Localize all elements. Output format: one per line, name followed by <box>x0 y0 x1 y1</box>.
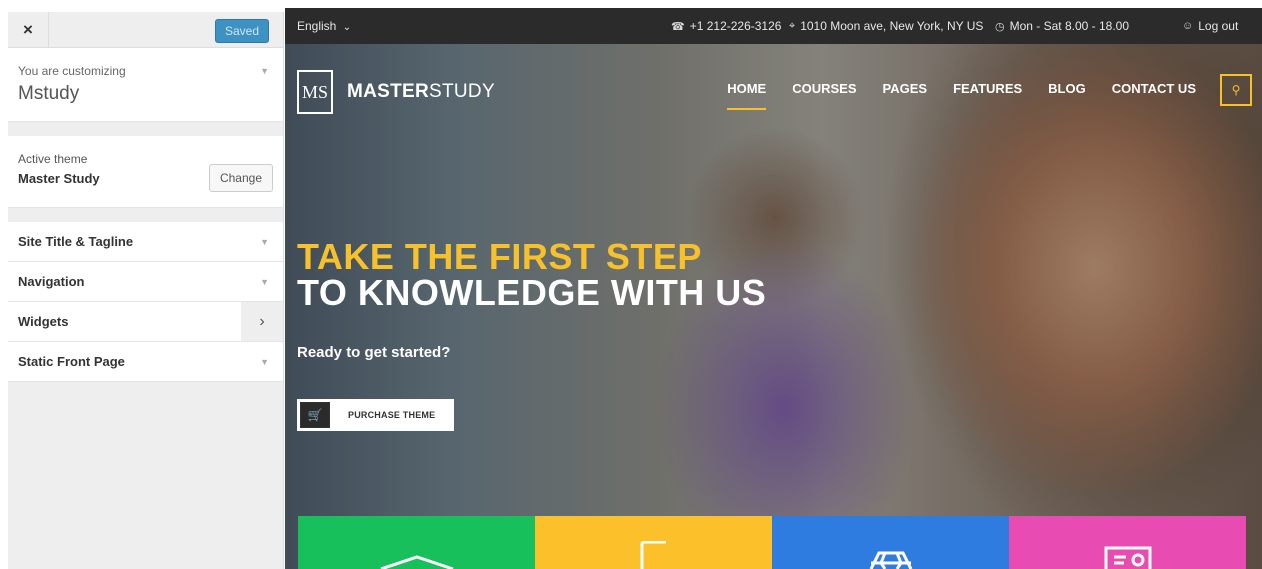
site-preview: English ⌄ ☎ +1 212-226-3126 ⌖ 1010 Moon … <box>285 8 1262 569</box>
caret-down-icon: ▼ <box>260 237 269 247</box>
divider <box>8 208 283 222</box>
user-icon: ☺ <box>1182 20 1194 32</box>
chevron-down-icon: ⌄ <box>342 22 352 33</box>
nav-courses[interactable]: COURSES <box>792 81 856 96</box>
search-button[interactable]: ⚲ <box>1220 74 1252 106</box>
address-text: 1010 Moon ave, New York, NY US <box>800 19 984 33</box>
graduation-cap-icon <box>380 555 453 569</box>
main-nav: HOME COURSES PAGES FEATURES BLOG CONTACT… <box>727 81 1196 110</box>
customizer-header: × Saved <box>8 12 283 48</box>
section-label: Widgets <box>18 314 69 329</box>
nav-pages[interactable]: PAGES <box>883 81 928 96</box>
caret-down-icon: ▼ <box>260 277 269 287</box>
active-theme-panel: Active theme Master Study Change <box>8 136 283 208</box>
logout-label: Log out <box>1198 19 1239 33</box>
caret-down-icon[interactable]: ▼ <box>260 66 269 76</box>
caret-down-icon: ▼ <box>260 357 269 367</box>
purchase-theme-button[interactable]: 🛒 PURCHASE THEME <box>297 399 454 431</box>
logo-text: MASTERSTUDY <box>347 81 495 102</box>
diamond-icon <box>869 551 912 569</box>
customizing-info[interactable]: You are customizing Mstudy ▼ <box>8 48 283 122</box>
cart-icon: 🛒 <box>300 402 330 428</box>
purchase-theme-label: PURCHASE THEME <box>348 410 436 420</box>
nav-blog[interactable]: BLOG <box>1048 81 1086 96</box>
section-site-title-tagline[interactable]: Site Title & Tagline ▼ <box>8 222 283 262</box>
saved-button[interactable]: Saved <box>215 19 269 43</box>
id-card-icon <box>1104 546 1151 569</box>
tile-green[interactable] <box>298 516 535 569</box>
divider <box>8 122 283 136</box>
tile-blue[interactable] <box>772 516 1009 569</box>
site-name: Mstudy <box>18 83 80 104</box>
map-pin-icon: ⌖ <box>789 19 796 32</box>
nav-contact-us[interactable]: CONTACT US <box>1112 81 1196 96</box>
customizer-sidebar: × Saved You are customizing Mstudy ▼ Act… <box>8 12 284 569</box>
site-logo[interactable]: MS MASTERSTUDY <box>297 70 495 114</box>
search-icon: ⚲ <box>1231 83 1241 97</box>
feature-tiles <box>298 516 1246 569</box>
nav-features[interactable]: FEATURES <box>953 81 1022 96</box>
customizing-label: You are customizing <box>18 64 126 78</box>
logo-mark: MS <box>297 70 333 114</box>
close-icon: × <box>23 20 33 39</box>
address-info: ⌖ 1010 Moon ave, New York, NY US <box>789 19 983 33</box>
change-theme-button[interactable]: Change <box>209 164 273 192</box>
language-label: English <box>297 19 337 33</box>
book-icon <box>640 541 666 569</box>
phone-info: ☎ +1 212-226-3126 <box>671 19 781 33</box>
tile-yellow[interactable] <box>535 516 772 569</box>
hours-info: ◷ Mon - Sat 8.00 - 18.00 <box>995 19 1129 33</box>
language-selector[interactable]: English ⌄ <box>297 19 351 33</box>
tile-pink[interactable] <box>1009 516 1246 569</box>
nav-home[interactable]: HOME <box>727 81 767 110</box>
top-bar: English ⌄ ☎ +1 212-226-3126 ⌖ 1010 Moon … <box>285 8 1262 44</box>
chevron-right-icon: › <box>241 302 283 341</box>
section-label: Navigation <box>18 274 85 289</box>
section-static-front-page[interactable]: Static Front Page ▼ <box>8 342 283 382</box>
phone-number: +1 212-226-3126 <box>689 19 782 33</box>
clock-icon: ◷ <box>995 20 1005 33</box>
section-label: Static Front Page <box>18 354 125 369</box>
section-widgets[interactable]: Widgets › <box>8 302 283 342</box>
hero-headline-line2: TO KNOWLEDGE WITH US <box>297 272 767 313</box>
phone-icon: ☎ <box>671 20 685 33</box>
section-label: Site Title & Tagline <box>18 234 134 249</box>
section-navigation[interactable]: Navigation ▼ <box>8 262 283 302</box>
hours-text: Mon - Sat 8.00 - 18.00 <box>1009 19 1130 33</box>
close-button[interactable]: × <box>8 12 49 48</box>
logout-link[interactable]: ☺ Log out <box>1182 19 1238 33</box>
hero-subline: Ready to get started? <box>297 344 451 361</box>
